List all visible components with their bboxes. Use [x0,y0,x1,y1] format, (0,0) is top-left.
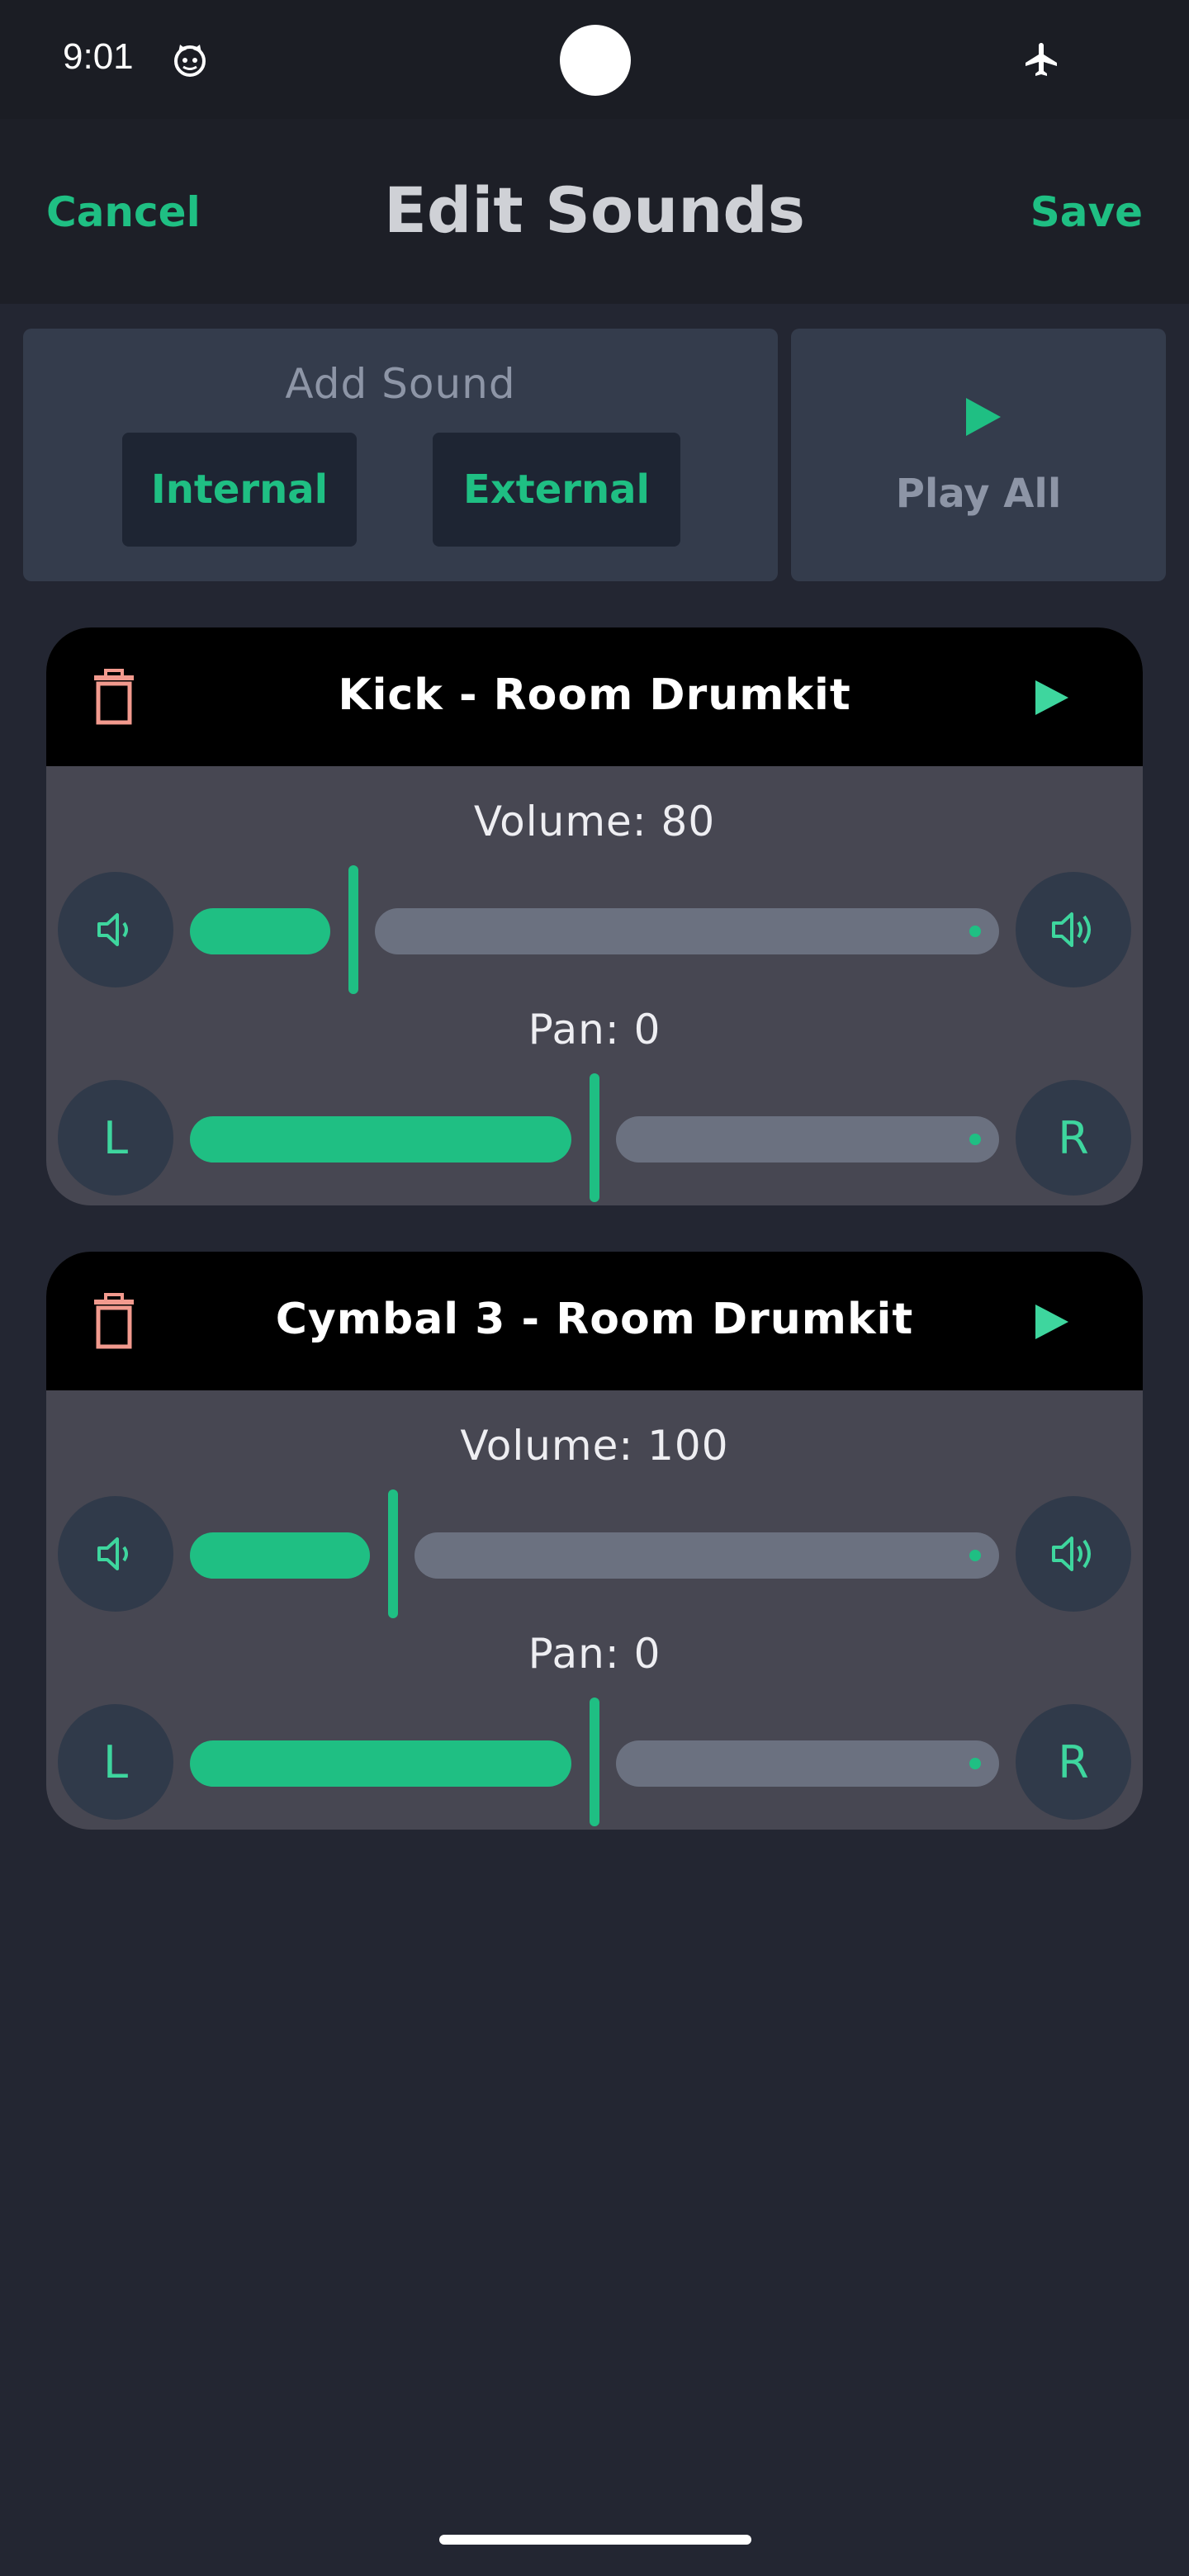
volume-high-icon [1052,912,1091,947]
pan-track-end-dot [969,1134,981,1145]
volume-low-icon [97,913,128,946]
volume-track-end-dot [969,1550,981,1561]
pan-track[interactable] [616,1116,999,1163]
play-icon [966,398,1001,436]
pan-left-label: L [102,1735,129,1788]
volume-track-fill [190,908,330,954]
cat-face-icon [174,45,206,77]
pan-track-end-dot [969,1758,981,1769]
sound-card-header: Cymbal 3 - Room Drumkit [46,1252,1143,1390]
add-external-button[interactable]: External [433,433,680,547]
pan-left-label: L [102,1111,129,1164]
pan-right-button[interactable]: R [1016,1704,1131,1820]
pan-right-button[interactable]: R [1016,1080,1131,1196]
sound-card-header: Kick - Room Drumkit [46,627,1143,766]
volume-down-button[interactable] [58,872,173,987]
sound-card: Cymbal 3 - Room Drumkit Volume: 100 Pan:… [46,1252,1143,1830]
pan-right-label: R [1058,1111,1089,1164]
pan-slider-thumb[interactable] [590,1698,599,1826]
add-sound-panel: Add Sound Internal External [23,329,778,581]
page-title: Edit Sounds [384,173,805,247]
volume-label: Volume: 80 [473,798,716,845]
sound-name: Kick - Room Drumkit [338,670,851,720]
pan-track-fill [190,1740,571,1787]
volume-label: Volume: 100 [460,1422,729,1470]
pan-slider-thumb[interactable] [590,1073,599,1202]
volume-track-fill [190,1532,370,1579]
play-sound-icon[interactable] [1034,1303,1070,1341]
app-bar: Cancel Edit Sounds Save [0,119,1189,304]
play-all-label: Play All [895,471,1062,517]
pan-left-button[interactable]: L [58,1080,173,1196]
volume-high-icon [1052,1537,1091,1571]
volume-slider-thumb[interactable] [348,865,358,994]
volume-up-button[interactable] [1016,1496,1131,1612]
pan-right-label: R [1058,1735,1089,1788]
pan-track[interactable] [616,1740,999,1787]
pan-left-button[interactable]: L [58,1704,173,1820]
volume-track[interactable] [375,908,999,954]
status-time: 9:01 [63,36,134,77]
add-internal-button[interactable]: Internal [122,433,357,547]
status-bar: 9:01 [0,0,1189,119]
volume-track-end-dot [969,926,981,937]
volume-slider-thumb[interactable] [388,1489,398,1618]
volume-low-icon [97,1537,128,1570]
save-button[interactable]: Save [1030,188,1143,236]
play-sound-icon[interactable] [1034,679,1070,717]
volume-track[interactable] [414,1532,999,1579]
pan-label: Pan: 0 [528,1006,661,1054]
add-sound-title: Add Sound [285,360,516,408]
play-all-button[interactable]: Play All [791,329,1166,581]
sound-card: Kick - Room Drumkit Volume: 80 Pan: 0 L … [46,627,1143,1205]
airplane-mode-icon [1026,43,1057,76]
pan-label: Pan: 0 [528,1630,661,1678]
volume-up-button[interactable] [1016,872,1131,987]
pan-track-fill [190,1116,571,1163]
volume-down-button[interactable] [58,1496,173,1612]
sound-name: Cymbal 3 - Room Drumkit [275,1295,914,1344]
home-indicator[interactable] [439,2535,751,2545]
camera-cutout [560,25,631,96]
